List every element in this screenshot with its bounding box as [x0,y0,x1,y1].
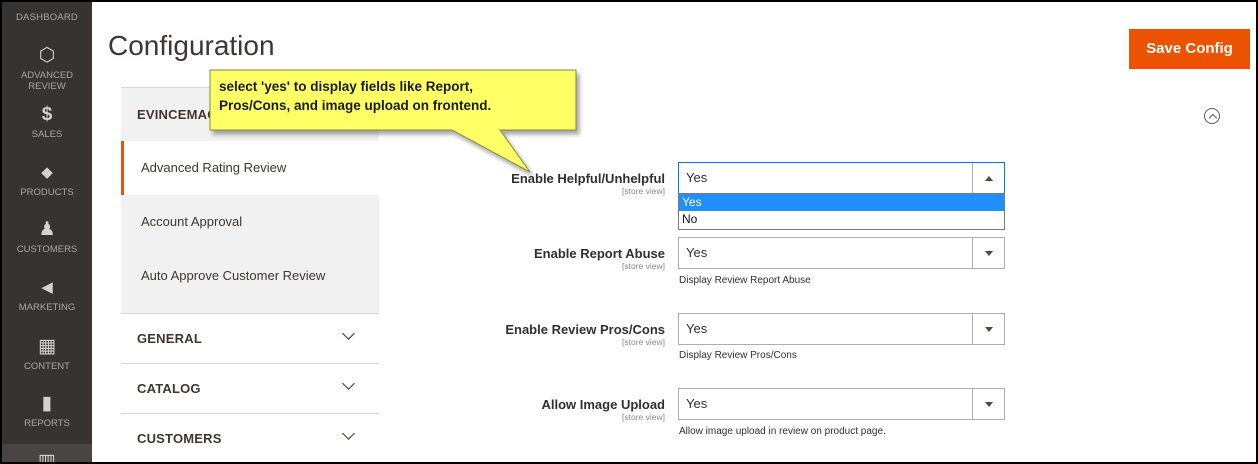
field-note: Display Review Pros/Cons [679,350,797,361]
hexagon-icon: ⬡ [38,45,56,66]
select-enable-pros-cons[interactable]: Yes [678,313,1005,345]
select-toggle-button[interactable] [972,238,1004,268]
field-scope: [store view] [622,337,665,347]
sidebar-item-label: PRODUCTS [20,187,74,198]
bar-chart-icon: ▮ [41,393,53,414]
field-label-helpful: Enable Helpful/Unhelpful [511,171,665,186]
tab-group-title: GENERAL [137,331,202,346]
chevron-down-icon [985,327,993,332]
field-label-image-upload: Allow Image Upload [541,397,665,412]
sidebar-item-label: SALES [31,129,63,140]
tab-group-general[interactable]: GENERAL [121,313,379,363]
box-icon: ◆ [41,164,53,181]
select-allow-image-upload[interactable]: Yes [678,388,1005,420]
tab-group-catalog[interactable]: CATALOG [121,363,379,413]
select-value: Yes [686,245,708,260]
select-enable-report-abuse[interactable]: Yes [678,237,1005,269]
callout-line: Pros/Cons, and image upload on frontend. [219,98,492,113]
select-value: Yes [686,170,708,185]
select-toggle-button[interactable] [972,314,1004,344]
field-note: Allow image upload in review on product … [679,426,886,437]
sidebar-item-label: MARKETING [18,302,76,313]
layout-icon: ▦ [38,336,56,357]
select-toggle-button[interactable] [972,389,1004,419]
tab-auto-approve-customer-review[interactable]: Auto Approve Customer Review [121,249,379,313]
chevron-down-icon [342,377,355,390]
sidebar-item-advanced-review[interactable]: ⬡ ADVANCED REVIEW [2,45,92,93]
field-label-pros-cons: Enable Review Pros/Cons [505,322,665,337]
callout-text: select 'yes' to display fields like Repo… [219,77,573,115]
dropdown-option-no[interactable]: No [679,211,1004,228]
chevron-down-icon [985,251,993,256]
dropdown-options-list: Yes No [678,193,1005,230]
collapse-section-icon[interactable] [1204,108,1220,124]
page-title: Configuration [108,30,275,61]
dropdown-option-yes[interactable]: Yes [679,194,1004,211]
callout-line: select 'yes' to display fields like Repo… [219,79,474,94]
chevron-down-icon [985,402,993,407]
field-label-report-abuse: Enable Report Abuse [534,246,665,261]
app-window: DASHBOARD ⬡ ADVANCED REVIEW $ SALES ◆ PR… [0,0,1258,464]
chevron-down-icon [342,327,355,340]
field-scope: [store view] [622,261,665,271]
field-note: Display Review Report Abuse [679,275,811,286]
select-enable-helpful[interactable]: Yes [678,162,1005,194]
sidebar-item-reports[interactable]: ▮ REPORTS [2,393,92,430]
sidebar-item-dashboard[interactable]: DASHBOARD [2,2,92,36]
select-value: Yes [686,396,708,411]
megaphone-icon: ◀ [41,279,53,296]
select-value: Yes [686,321,708,336]
tab-group-title: CATALOG [137,381,201,396]
field-scope: [store view] [622,412,665,422]
sidebar-item-sales[interactable]: $ SALES [2,104,92,141]
chevron-down-icon [342,427,355,440]
config-tabs: EVINCEMAG Advanced Rating Review Account… [121,87,379,462]
dollar-icon: $ [41,104,53,125]
sidebar-item-label: DASHBOARD [16,12,78,23]
sidebar-item-label: CUSTOMERS [16,244,78,255]
save-config-button[interactable]: Save Config [1129,29,1250,69]
sidebar-item-stores[interactable]: ▥ [2,444,92,464]
sidebar-item-marketing[interactable]: ◀ MARKETING [2,278,92,313]
tab-account-approval[interactable]: Account Approval [121,195,379,249]
sidebar-item-content[interactable]: ▦ CONTENT [2,336,92,373]
sidebar-item-customers[interactable]: ♟ CUSTOMERS [2,219,92,256]
tab-group-title: CUSTOMERS [137,431,222,446]
select-toggle-button[interactable] [972,163,1004,193]
chevron-up-icon [985,176,993,181]
sidebar-item-label: REPORTS [24,418,70,429]
tab-group-title: EVINCEMAG [137,107,218,122]
sidebar-item-label: CONTENT [24,361,70,372]
tab-advanced-rating-review[interactable]: Advanced Rating Review [121,141,379,195]
sidebar-item-label: ADVANCED REVIEW [20,70,74,92]
field-scope: [store view] [622,186,665,196]
tab-group-customers[interactable]: CUSTOMERS [121,413,379,462]
store-icon: ▥ [38,451,56,464]
sidebar-item-products[interactable]: ◆ PRODUCTS [2,163,92,198]
person-icon: ♟ [38,219,56,240]
admin-sidebar: DASHBOARD ⬡ ADVANCED REVIEW $ SALES ◆ PR… [2,2,92,464]
